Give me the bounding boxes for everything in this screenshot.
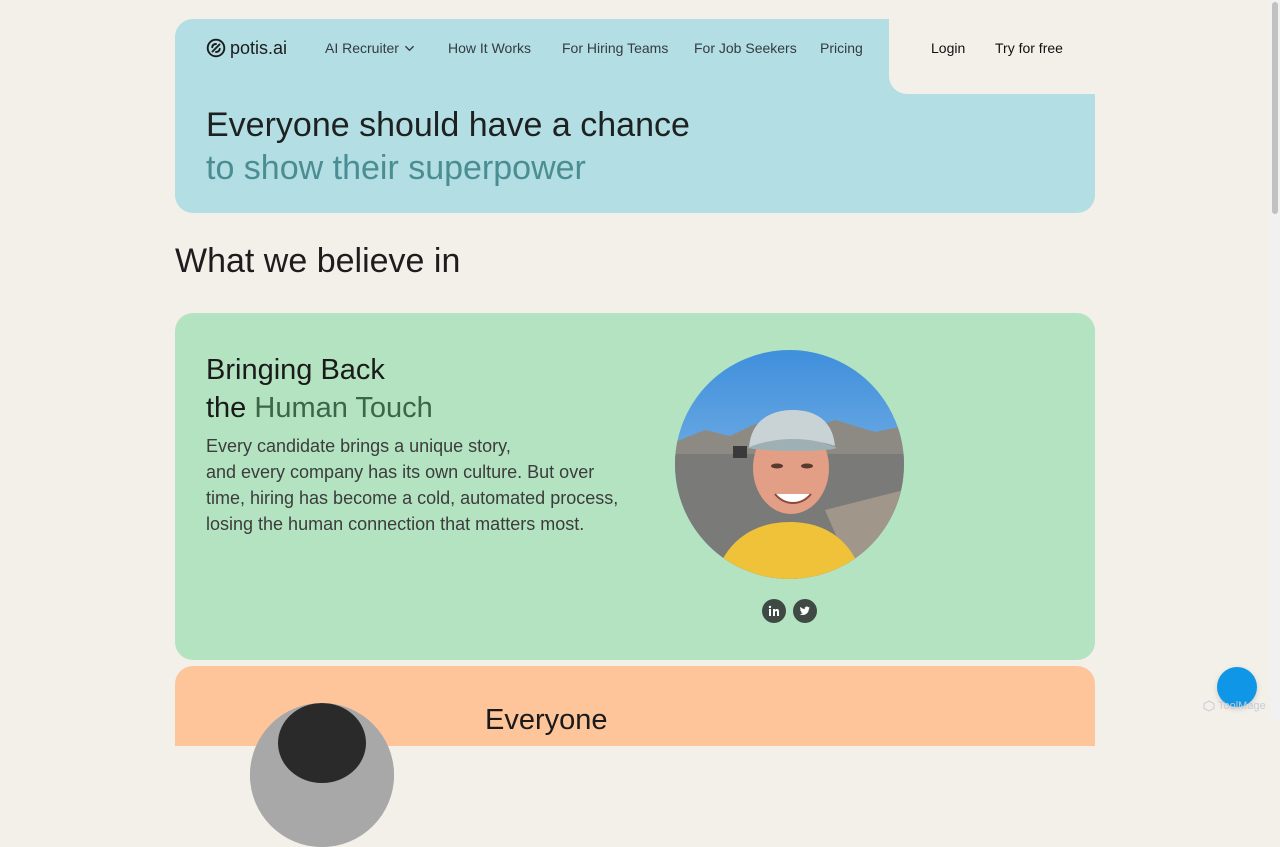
hero-title: Everyone should have a chance xyxy=(206,106,690,144)
nav-label: How It Works xyxy=(448,40,531,56)
nav-label: For Job Seekers xyxy=(694,40,797,56)
nav-for-hiring-teams[interactable]: For Hiring Teams xyxy=(562,40,668,56)
brand-logo[interactable]: potis.ai xyxy=(206,36,287,60)
linkedin-icon xyxy=(768,605,779,616)
card-body-line: time, hiring has become a cold, automate… xyxy=(206,488,619,508)
card-title-partial: Everyone xyxy=(485,704,608,736)
card-body: Every candidate brings a unique story, a… xyxy=(206,433,626,537)
login-button[interactable]: Login xyxy=(931,40,965,56)
card-body-line: losing the human connection that matters… xyxy=(206,514,585,534)
card-title-prefix: the xyxy=(206,392,255,424)
nav-label: AI Recruiter xyxy=(325,40,399,56)
watermark-logo-icon xyxy=(1203,700,1215,712)
potis-logo-icon xyxy=(206,38,226,58)
nav-ai-recruiter[interactable]: AI Recruiter xyxy=(325,40,415,56)
linkedin-button[interactable] xyxy=(762,599,786,623)
scrollbar-thumb[interactable] xyxy=(1272,2,1278,214)
watermark-text: ToolMage xyxy=(1218,700,1266,712)
founder-portrait xyxy=(675,350,904,579)
nav-for-job-seekers[interactable]: For Job Seekers xyxy=(694,40,797,56)
nav-how-it-works[interactable]: How It Works xyxy=(448,40,531,56)
card-body-line: Every candidate brings a unique story, xyxy=(206,436,511,456)
team-member-portrait xyxy=(250,703,394,847)
card-body-line: and every company has its own culture. B… xyxy=(206,462,595,482)
brand-name: potis.ai xyxy=(230,37,288,58)
nav-right-cutout xyxy=(889,19,1095,94)
section-heading: What we believe in xyxy=(175,242,461,280)
nav-label: For Hiring Teams xyxy=(562,40,669,56)
try-for-free-button[interactable]: Try for free xyxy=(995,40,1063,56)
nav-label: Pricing xyxy=(820,40,863,56)
watermark: ToolMage xyxy=(1203,700,1266,712)
card-title-line1: Bringing Back xyxy=(206,354,385,386)
chevron-down-icon xyxy=(405,45,414,51)
twitter-button[interactable] xyxy=(793,599,817,623)
card-title-accent: Human Touch xyxy=(254,392,433,424)
card-title-line2: the Human Touch xyxy=(206,390,433,426)
twitter-icon xyxy=(799,606,810,615)
hero-subtitle: to show their superpower xyxy=(206,149,586,187)
nav-pricing[interactable]: Pricing xyxy=(820,40,863,56)
